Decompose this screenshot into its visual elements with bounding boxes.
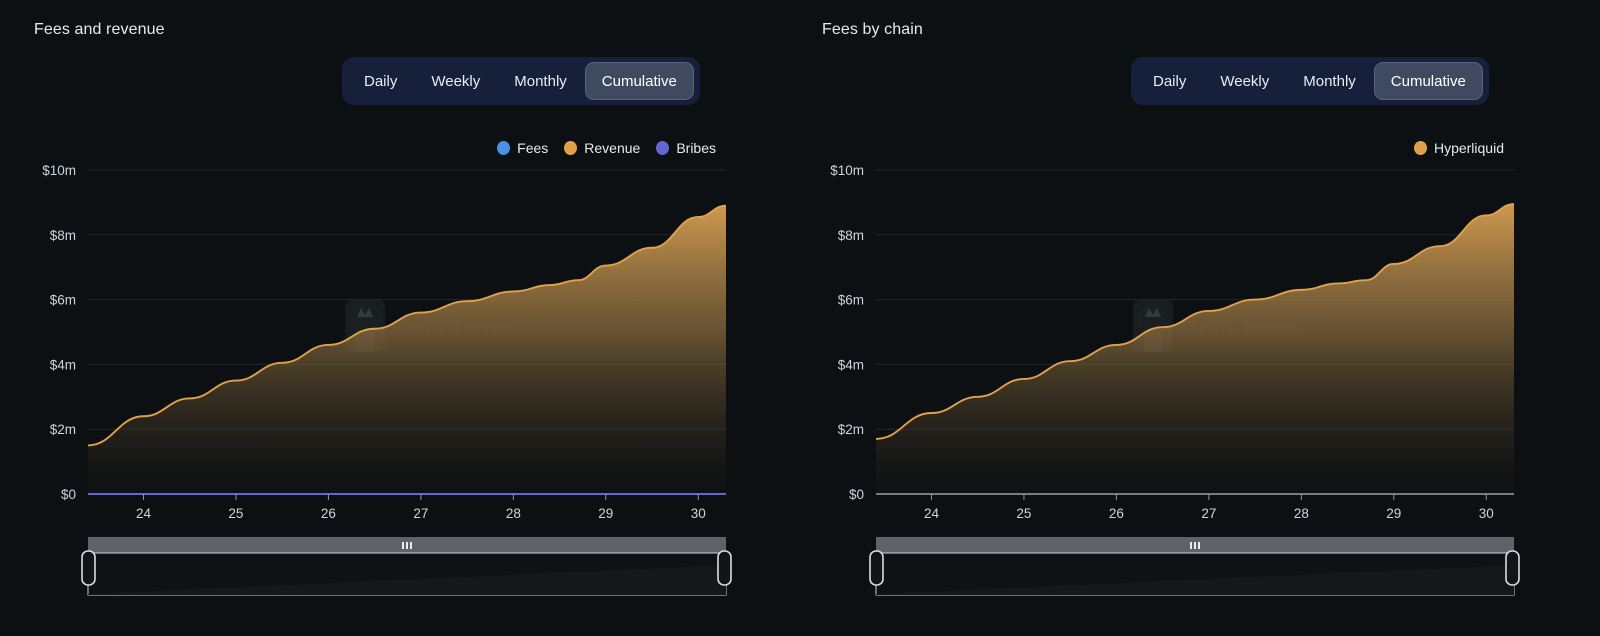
- brush-right-handle-right[interactable]: [1506, 551, 1519, 585]
- panel-fees-by-chain: Fees by chain Daily Weekly Monthly Cumul…: [800, 0, 1600, 636]
- brush-grip-icon-right[interactable]: [1190, 542, 1200, 549]
- brush-left-handle[interactable]: [82, 551, 95, 585]
- dashboard-root: Fees and revenue Daily Weekly Monthly Cu…: [0, 0, 1600, 636]
- chart-area-right[interactable]: $0$2m$4m$6m$8m$10m DefiLlama 24252627282…: [800, 0, 1600, 636]
- brush-grip-icon-left[interactable]: [402, 542, 412, 549]
- brush-left-handle-right[interactable]: [870, 551, 883, 585]
- chart-area-left[interactable]: $0$2m$4m$6m$8m$10m DefiLlama 24252: [0, 0, 800, 636]
- brush-right-handle[interactable]: [718, 551, 731, 585]
- brush-left[interactable]: [0, 0, 800, 636]
- panel-fees-and-revenue: Fees and revenue Daily Weekly Monthly Cu…: [0, 0, 800, 636]
- brush-right[interactable]: [800, 0, 1600, 636]
